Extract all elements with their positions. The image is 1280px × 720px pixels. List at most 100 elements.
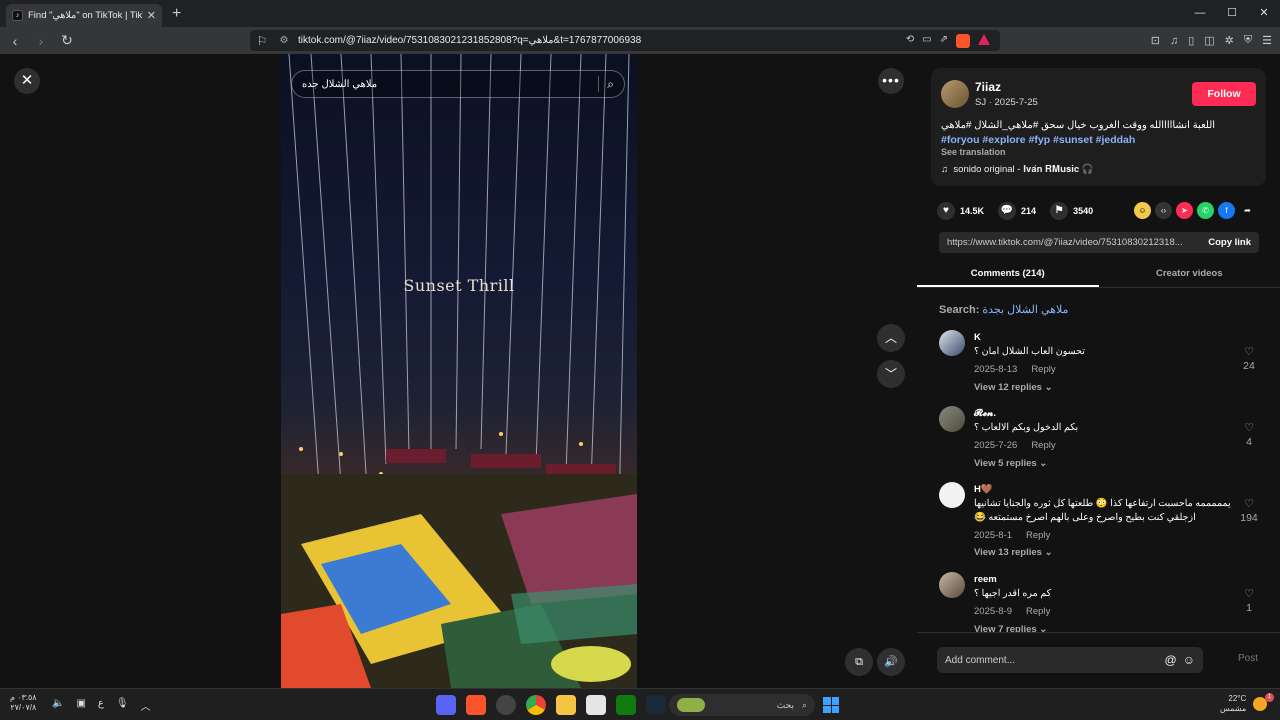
- network-icon[interactable]: ▣: [76, 698, 85, 713]
- see-translation-link[interactable]: See translation: [941, 147, 1006, 157]
- view-replies-button[interactable]: View 13 replies ⌄: [974, 547, 1053, 558]
- emoji-share-icon[interactable]: ☺: [1134, 202, 1151, 219]
- steam-icon[interactable]: [646, 695, 666, 715]
- comment-like[interactable]: ♡ 194: [1239, 497, 1259, 524]
- comment-like[interactable]: ♡ 4: [1239, 421, 1259, 448]
- wallet-icon[interactable]: ◫: [1204, 34, 1214, 47]
- send-icon[interactable]: ➤: [1176, 202, 1193, 219]
- tab-creator-videos[interactable]: Creator videos: [1099, 262, 1280, 287]
- close-tab-icon[interactable]: ✕: [147, 9, 156, 22]
- search-icon[interactable]: ⌕: [802, 700, 807, 711]
- tab-comments[interactable]: Comments (214): [917, 262, 1099, 287]
- tray-expand-icon[interactable]: ︿: [141, 698, 151, 713]
- url-text[interactable]: tiktok.com/@7iiaz/video/7531083021231852…: [298, 35, 906, 46]
- sidebar-icon[interactable]: ▯: [1188, 34, 1194, 47]
- clock[interactable]: ٠٣:٥٨ م ٢٧/٠٧/٨: [10, 693, 37, 713]
- reload-icon[interactable]: ↻: [56, 32, 78, 49]
- reader-icon[interactable]: ⟲: [906, 34, 914, 48]
- post-button[interactable]: Post: [1238, 653, 1258, 664]
- screenshot-icon[interactable]: ⊡: [1151, 34, 1160, 47]
- comment-author[interactable]: 𝓡𝓮𝓷.: [974, 408, 996, 419]
- windows-start-icon[interactable]: [823, 697, 839, 713]
- heart-outline-icon[interactable]: ♡: [1244, 588, 1254, 600]
- comment-avatar[interactable]: [939, 482, 965, 508]
- bookmark-icon[interactable]: ⚑: [1050, 202, 1069, 220]
- comment-avatar[interactable]: [939, 572, 965, 598]
- comment-author[interactable]: K: [974, 332, 981, 343]
- emoji-icon[interactable]: ☺: [1183, 653, 1195, 667]
- reply-button[interactable]: Reply: [1026, 606, 1050, 617]
- weather-widget[interactable]: 22°C مشمس: [1220, 694, 1246, 714]
- taskbar-search-label[interactable]: بحث: [711, 700, 794, 711]
- embed-icon[interactable]: ‹›: [1155, 202, 1172, 219]
- new-tab-button[interactable]: +: [172, 5, 181, 23]
- browser-tab[interactable]: ♪ Find "ملاهي" on TikTok | TikTok ✕: [6, 4, 162, 27]
- comment-author[interactable]: H🤎: [974, 484, 993, 495]
- close-viewer-button[interactable]: ✕: [14, 68, 40, 94]
- discord-icon[interactable]: [436, 695, 456, 715]
- follow-button[interactable]: Follow: [1192, 82, 1256, 106]
- previous-video-button[interactable]: ︿: [877, 324, 905, 352]
- video-player[interactable]: Sunset Thrill: [281, 54, 637, 688]
- view-replies-button[interactable]: View 5 replies ⌄: [974, 458, 1047, 469]
- cast-icon[interactable]: ▭: [922, 34, 931, 48]
- video-link[interactable]: https://www.tiktok.com/@7iiaz/video/7531…: [939, 237, 1200, 248]
- reply-button[interactable]: Reply: [1031, 364, 1055, 375]
- username[interactable]: 7iiaz: [975, 80, 1001, 94]
- extensions-icon[interactable]: ✲: [1225, 34, 1234, 47]
- comment-icon[interactable]: 💬: [998, 202, 1017, 220]
- maximize-button[interactable]: ☐: [1216, 0, 1248, 27]
- comment-input[interactable]: Add comment... @ ☺: [937, 647, 1203, 673]
- address-bar[interactable]: ⚐ ⚙ tiktok.com/@7iiaz/video/753108302123…: [250, 30, 1000, 51]
- comment-like[interactable]: ♡ 24: [1239, 345, 1259, 372]
- next-video-button[interactable]: ﹀: [877, 360, 905, 388]
- whatsapp-icon[interactable]: ✆: [1197, 202, 1214, 219]
- speaker-icon[interactable]: 🔈: [52, 698, 64, 713]
- brave-icon[interactable]: [466, 695, 486, 715]
- heart-outline-icon[interactable]: ♡: [1244, 346, 1254, 358]
- store-icon[interactable]: [586, 695, 606, 715]
- heart-icon[interactable]: ♥: [937, 202, 955, 220]
- taskbar-search[interactable]: بحث ⌕: [669, 694, 815, 716]
- comment-avatar[interactable]: [939, 330, 965, 356]
- brave-rewards-icon[interactable]: [978, 33, 990, 45]
- heart-outline-icon[interactable]: ♡: [1244, 422, 1254, 434]
- xbox-icon[interactable]: [616, 695, 636, 715]
- facebook-icon[interactable]: f: [1218, 202, 1235, 219]
- back-icon[interactable]: ‹: [4, 33, 26, 49]
- view-replies-button[interactable]: View 12 replies ⌄: [974, 382, 1053, 393]
- bookmark-icon[interactable]: ⚐: [250, 34, 274, 48]
- volume-button[interactable]: 🔊: [877, 648, 905, 676]
- heart-outline-icon[interactable]: ♡: [1244, 498, 1254, 510]
- search-query[interactable]: ملاهي الشلال جده: [302, 79, 598, 90]
- forward-icon[interactable]: ›: [30, 33, 52, 49]
- forward-share-icon[interactable]: ➦: [1239, 202, 1256, 219]
- mention-icon[interactable]: @: [1165, 653, 1177, 667]
- microphone-icon[interactable]: 🎙: [116, 698, 129, 713]
- avatar[interactable]: [941, 80, 969, 108]
- chrome-icon[interactable]: [526, 695, 546, 715]
- floating-player-button[interactable]: ⧉: [845, 648, 873, 676]
- reply-button[interactable]: Reply: [1031, 440, 1055, 451]
- copy-link-button[interactable]: Copy link: [1200, 237, 1259, 248]
- search-icon[interactable]: ⌕: [607, 77, 614, 92]
- search-input[interactable]: ملاهي الشلال جده ⌕: [291, 70, 625, 98]
- search-suggestion-link[interactable]: ملاهي الشلال بجدة: [982, 304, 1068, 316]
- language-icon[interactable]: ع: [98, 698, 104, 713]
- minimize-button[interactable]: —: [1184, 0, 1216, 27]
- comment-avatar[interactable]: [939, 406, 965, 432]
- close-window-button[interactable]: ✕: [1248, 0, 1280, 27]
- music-link[interactable]: ♫ sonido original - 𝐈𝐯𝐚́𝐧 𝐑𝐌𝐮𝐬𝐢𝐜 🎧: [941, 164, 1094, 175]
- reply-button[interactable]: Reply: [1026, 530, 1050, 541]
- media-icon[interactable]: ♫: [1170, 35, 1178, 47]
- comment-placeholder[interactable]: Add comment...: [945, 655, 1159, 666]
- menu-icon[interactable]: ☰: [1262, 34, 1272, 47]
- file-explorer-icon[interactable]: [556, 695, 576, 715]
- vpn-icon[interactable]: ⛨: [1244, 34, 1252, 47]
- brave-shield-icon[interactable]: [956, 33, 970, 48]
- comment-like[interactable]: ♡ 1: [1239, 587, 1259, 614]
- share-icon[interactable]: ⇗: [940, 34, 948, 48]
- hashtags[interactable]: #foryou #explore #fyp #sunset #jeddah: [941, 133, 1241, 147]
- comment-author[interactable]: reem: [974, 574, 997, 585]
- more-options-button[interactable]: •••: [878, 68, 904, 94]
